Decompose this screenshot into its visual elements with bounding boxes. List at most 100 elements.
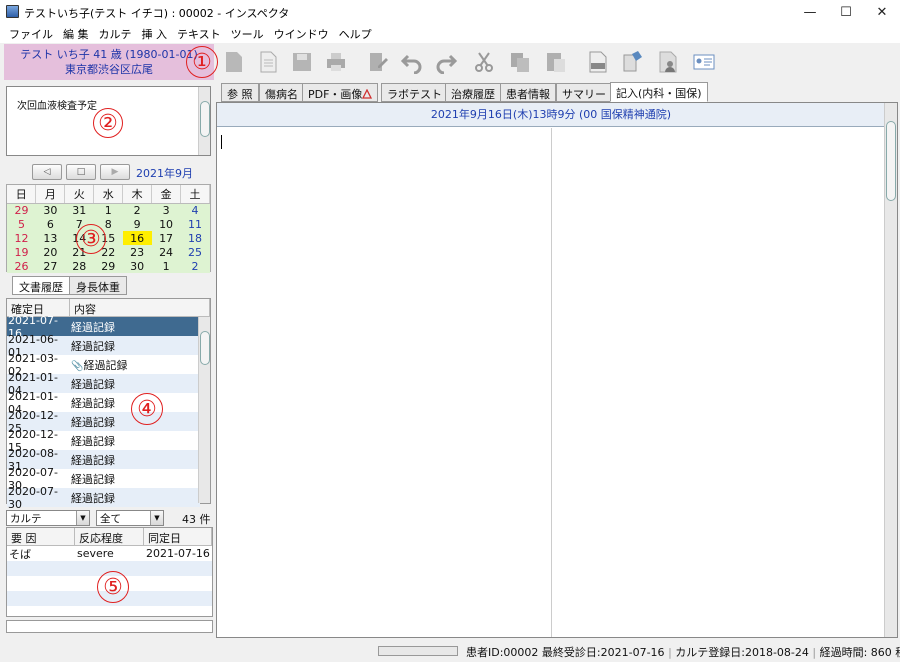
cut-icon[interactable] [472, 50, 496, 74]
patient-card-icon[interactable] [692, 50, 716, 74]
col-factor[interactable]: 要 因 [7, 528, 75, 545]
current-month-button[interactable]: □ [66, 164, 96, 180]
memo-scrollbar[interactable] [198, 87, 210, 155]
tab-pdf-image[interactable]: PDF・画像 [302, 83, 379, 102]
new-karte-icon[interactable] [222, 50, 246, 74]
patient-info: テスト いち子 41 歳 (1980-01-01) 東京都渋谷区広尾 [4, 44, 214, 80]
tab-height-weight[interactable]: 身長体重 [69, 276, 127, 295]
edit-icon[interactable] [366, 50, 390, 74]
calendar-day[interactable]: 10 [151, 217, 181, 231]
col-content[interactable]: 内容 [70, 299, 210, 316]
minimize-button[interactable]: — [792, 0, 828, 24]
menu-insert[interactable]: 挿 入 [137, 26, 173, 42]
doc-type-value: カルテ [10, 513, 42, 525]
karte-p-pane[interactable] [552, 128, 885, 637]
allergy-severity: severe [77, 547, 114, 560]
col-severity[interactable]: 反応程度 [75, 528, 144, 545]
tab-patient-info[interactable]: 患者情報 [500, 83, 556, 102]
menu-karte[interactable]: カルテ [94, 26, 137, 42]
undo-icon[interactable] [400, 50, 424, 74]
print-icon[interactable] [324, 50, 348, 74]
calendar-day[interactable]: 1 [93, 203, 123, 217]
calendar-day[interactable]: 18 [180, 231, 210, 245]
doctor-document-icon[interactable] [656, 50, 680, 74]
period-select[interactable]: 全て ▼ [96, 510, 164, 526]
col-identified-date[interactable]: 同定日 [144, 528, 212, 545]
calendar-day[interactable]: 1 [151, 259, 181, 273]
allergy-input[interactable] [6, 620, 213, 633]
calendar-day[interactable]: 4 [180, 203, 210, 217]
annotation-3: ③ [76, 224, 106, 254]
calendar-day[interactable]: 29 [7, 203, 36, 217]
calendar-day[interactable]: 30 [122, 259, 152, 273]
calendar-day[interactable]: 28 [64, 259, 94, 273]
text-export-icon[interactable] [586, 50, 610, 74]
calendar-day[interactable]: 5 [7, 217, 36, 231]
menu-file[interactable]: ファイル [4, 26, 58, 42]
row-content-text: 経過記録 [71, 377, 115, 391]
prev-month-button[interactable]: ◁ [32, 164, 62, 180]
menu-text[interactable]: テキスト [172, 26, 226, 42]
stamp-icon[interactable] [620, 50, 644, 74]
calendar-day[interactable]: 25 [180, 245, 210, 259]
karte-soa-pane[interactable] [217, 128, 551, 637]
toolbar [214, 44, 900, 80]
tab-treatment-history[interactable]: 治療履歴 [445, 83, 501, 102]
maximize-button[interactable]: ☐ [828, 0, 864, 24]
pdf-icon [362, 88, 373, 99]
save-icon[interactable] [290, 50, 314, 74]
close-button[interactable]: ✕ [864, 0, 900, 24]
doc-type-select[interactable]: カルテ ▼ [6, 510, 90, 526]
menu-window[interactable]: ウインドウ [269, 26, 334, 42]
row-content: 経過記録 [70, 338, 200, 354]
menu-help[interactable]: ヘルプ [334, 26, 377, 42]
editor-scrollbar[interactable] [884, 103, 897, 637]
period-value: 全て [100, 513, 121, 525]
tab-summary[interactable]: サマリー [556, 83, 612, 102]
calendar: 日 月 火 水 木 金 土 29 30 31 1 2 3 4 5 6 7 8 9 10 11 12 13 14 1… [6, 184, 211, 273]
calendar-day[interactable]: 6 [35, 217, 65, 231]
calendar-day[interactable]: 11 [180, 217, 210, 231]
tab-lab-test[interactable]: ラボテスト [381, 83, 448, 102]
calendar-day[interactable]: 30 [35, 203, 65, 217]
document-count: 43 件 [182, 513, 211, 526]
calendar-day[interactable]: 9 [122, 217, 152, 231]
weekday-wed: 水 [93, 185, 124, 204]
calendar-day[interactable]: 13 [35, 231, 65, 245]
calendar-day[interactable]: 12 [7, 231, 36, 245]
calendar-day[interactable]: 17 [151, 231, 181, 245]
calendar-day[interactable]: 2 [180, 259, 210, 273]
new-document-icon[interactable] [256, 50, 280, 74]
next-month-button[interactable]: ▶ [100, 164, 130, 180]
status-registered: カルテ登録日:2018-08-24 [675, 646, 809, 659]
calendar-day[interactable]: 2 [122, 203, 152, 217]
tab-reference[interactable]: 参 照 [221, 83, 259, 102]
calendar-day[interactable]: 19 [7, 245, 36, 259]
calendar-day[interactable]: 16 [122, 231, 152, 245]
calendar-day[interactable]: 24 [151, 245, 181, 259]
tab-document-history[interactable]: 文書履歴 [12, 276, 70, 295]
allergy-header: 要 因 反応程度 同定日 [7, 528, 212, 546]
calendar-day[interactable]: 29 [93, 259, 123, 273]
calendar-day[interactable]: 20 [35, 245, 65, 259]
calendar-day[interactable]: 23 [122, 245, 152, 259]
app-icon [6, 5, 19, 18]
calendar-day[interactable]: 3 [151, 203, 181, 217]
calendar-day[interactable]: 26 [7, 259, 36, 273]
menu-tools[interactable]: ツール [226, 26, 269, 42]
calendar-day[interactable]: 27 [35, 259, 65, 273]
tab-karte-entry[interactable]: 記入(内科・国保) [610, 82, 708, 102]
redo-icon[interactable] [434, 50, 458, 74]
menu-edit[interactable]: 編 集 [58, 26, 94, 42]
doc-table-scrollbar[interactable] [198, 317, 210, 503]
row-content: 経過記録 [70, 319, 200, 335]
table-row[interactable]: 2020-07-30 経過記録 [7, 485, 200, 511]
allergy-row[interactable]: そば severe 2021-07-16 [7, 546, 212, 561]
chevron-down-icon: ▼ [76, 511, 89, 525]
annotation-4: ④ [131, 393, 163, 425]
title-bar: テストいち子(テスト イチコ) : 00002 - インスペクタ — ☐ ✕ [0, 0, 900, 24]
tab-diagnosis[interactable]: 傷病名 [259, 83, 304, 102]
calendar-day[interactable]: 31 [64, 203, 94, 217]
paste-icon[interactable] [544, 50, 568, 74]
copy-icon[interactable] [508, 50, 532, 74]
